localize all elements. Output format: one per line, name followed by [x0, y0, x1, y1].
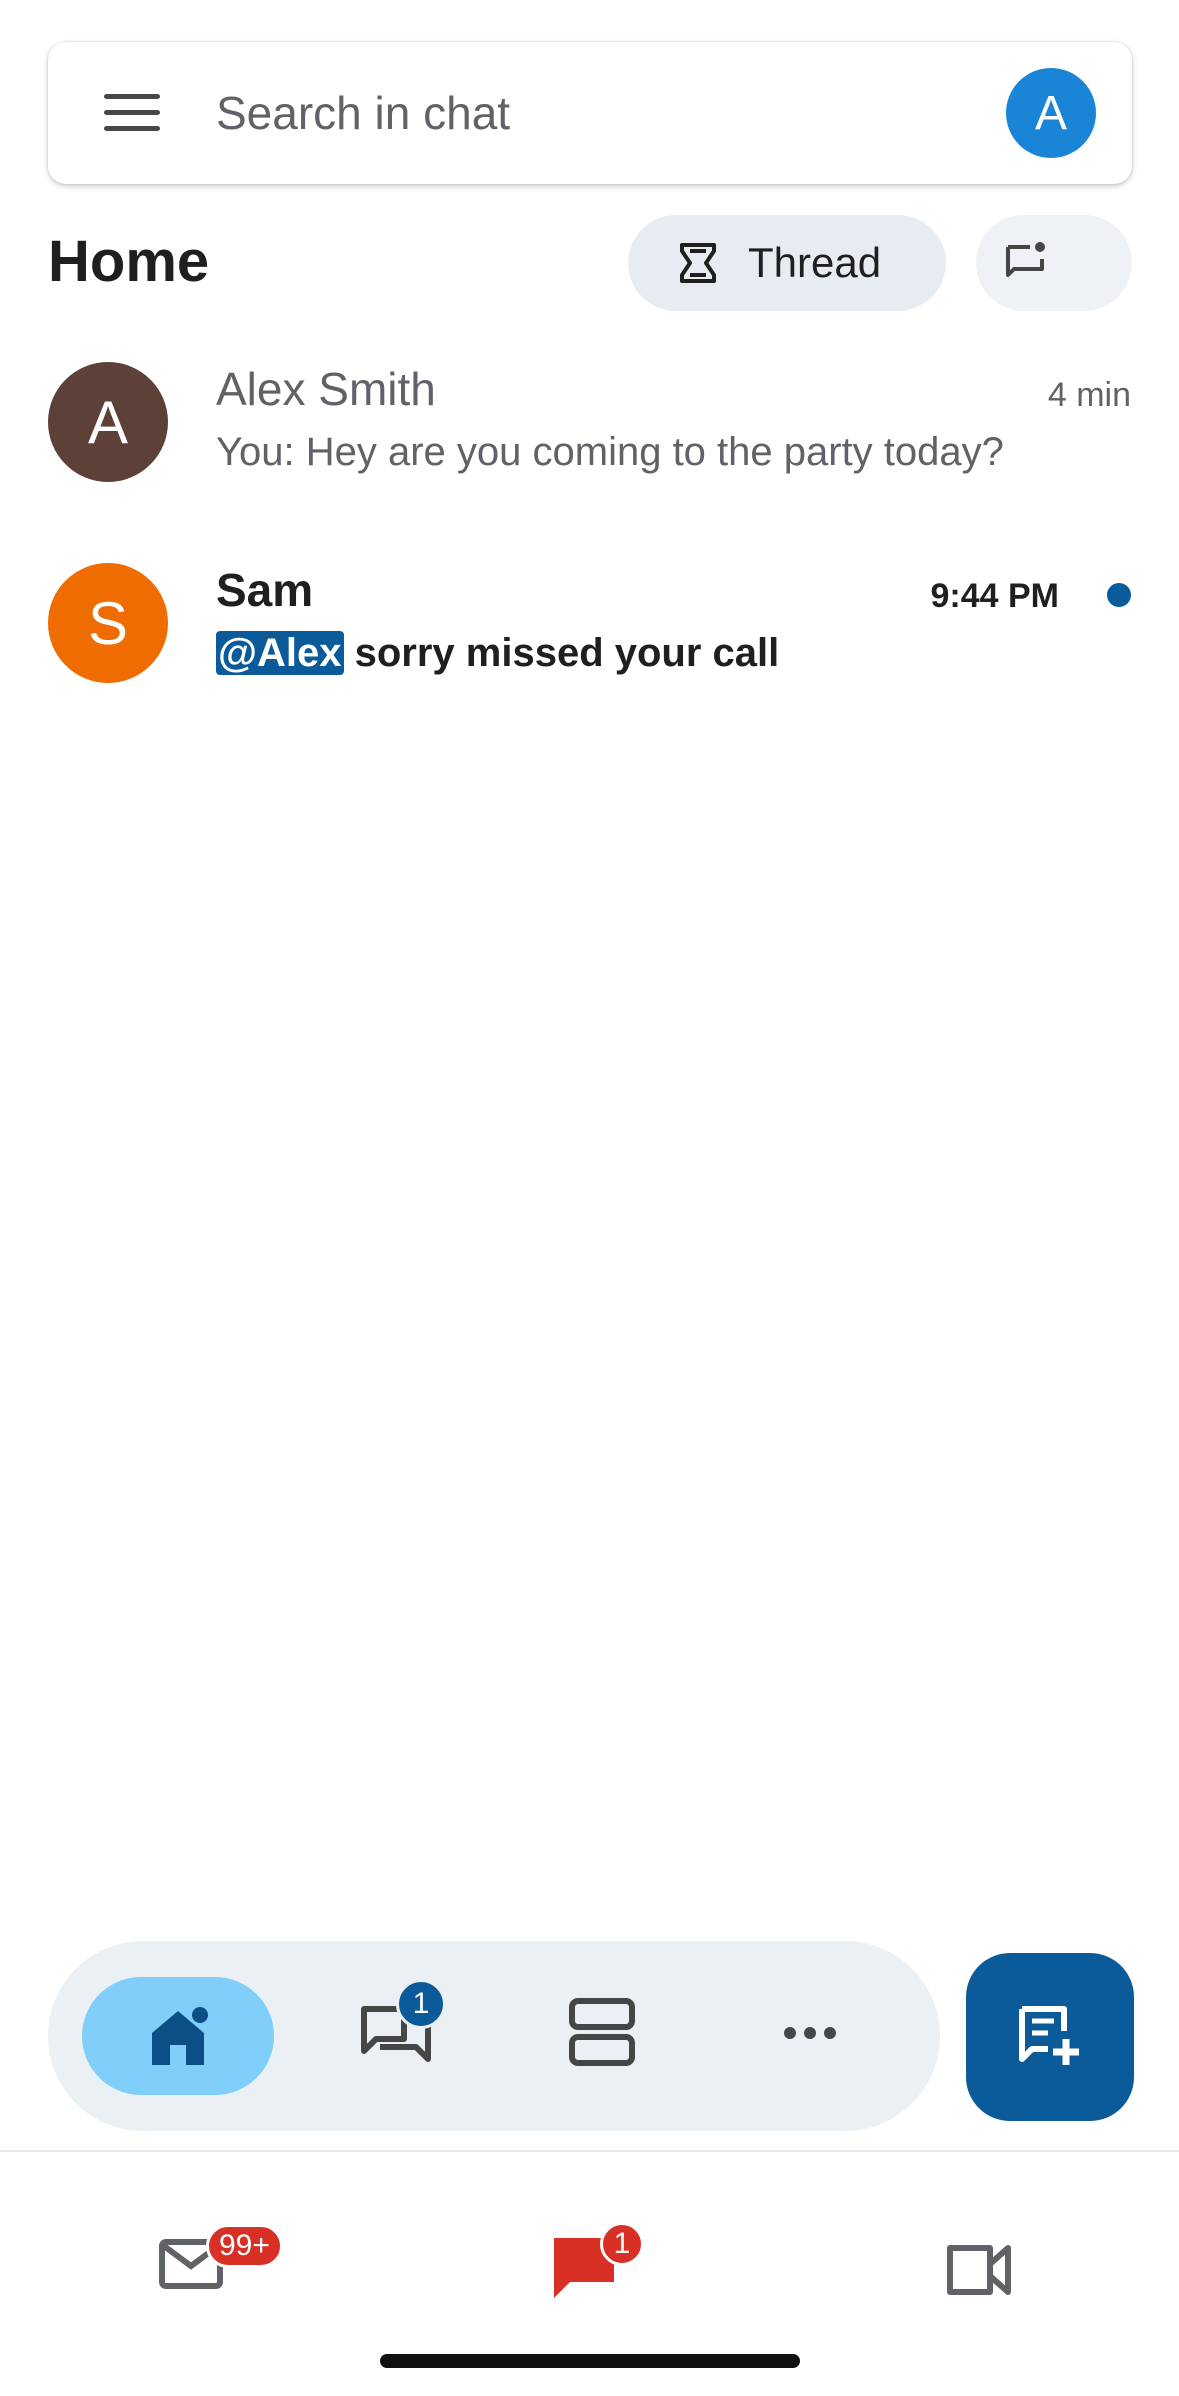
hamburger-menu-icon[interactable]	[104, 92, 164, 134]
mail-badge: 99+	[206, 2224, 283, 2268]
app-chat[interactable]: 1	[530, 2196, 650, 2306]
search-input[interactable]: Search in chat	[216, 86, 510, 140]
conversation-row-sam[interactable]: S Sam 9:44 PM @Alex sorry missed your ca…	[0, 551, 1179, 751]
conversation-time: 9:44 PM	[930, 577, 1060, 615]
unread-dot	[1107, 583, 1131, 607]
home-indicator[interactable]	[380, 2354, 800, 2368]
app-mail[interactable]: 99+	[134, 2196, 283, 2306]
mentions-chip[interactable]	[976, 215, 1132, 311]
nav-home[interactable]	[82, 1977, 274, 2095]
new-chat-button[interactable]	[966, 1953, 1134, 2121]
more-icon	[784, 2027, 836, 2039]
bottom-nav: 1	[48, 1941, 940, 2131]
dm-badge: 1	[396, 1979, 446, 2029]
spaces-icon	[569, 1998, 635, 2066]
nav-direct-messages[interactable]: 1	[350, 1979, 450, 2087]
home-icon	[152, 2007, 208, 2065]
thread-chip[interactable]: Thread	[628, 215, 946, 311]
search-bar[interactable]: Search in chat A	[48, 42, 1132, 184]
conversation-preview: @Alex sorry missed your call	[216, 631, 779, 676]
nav-more[interactable]	[774, 1987, 874, 2087]
conversation-time: 4 min	[1047, 376, 1131, 414]
app-meet[interactable]	[918, 2196, 1038, 2306]
conversation-name: Sam	[216, 564, 314, 616]
preview-text: sorry missed your call	[343, 631, 780, 675]
nav-spaces[interactable]	[564, 1987, 664, 2087]
chat-badge: 1	[600, 2222, 644, 2266]
conversation-name: Alex Smith	[216, 363, 436, 415]
video-camera-icon	[947, 2245, 1011, 2295]
avatar: S	[48, 563, 168, 683]
avatar: A	[48, 362, 168, 482]
mention-chip: @Alex	[216, 631, 344, 675]
thread-icon	[680, 243, 716, 283]
conversation-row-alex-smith[interactable]: A Alex Smith 4 min You: Hey are you comi…	[0, 350, 1179, 550]
mention-chat-icon	[1006, 242, 1045, 277]
conversation-preview: You: Hey are you coming to the party tod…	[216, 430, 1004, 474]
account-avatar[interactable]: A	[1006, 68, 1096, 158]
page-title: Home	[48, 229, 210, 294]
thread-chip-label: Thread	[748, 239, 882, 286]
new-chat-icon	[1019, 2006, 1079, 2065]
